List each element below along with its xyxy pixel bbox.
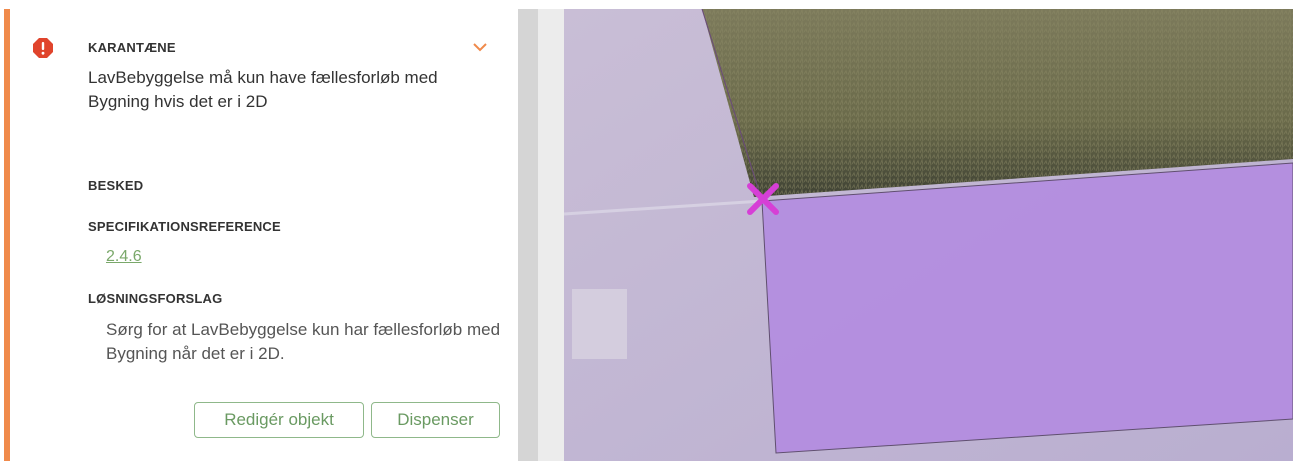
dispense-button[interactable]: Dispenser <box>371 402 500 438</box>
app-frame: KARANTÆNE LavBebyggelse må kun have fæll… <box>0 0 1293 461</box>
map-building-shadow <box>572 289 627 359</box>
map-canvas[interactable] <box>564 9 1293 461</box>
severity-title: KARANTÆNE <box>88 40 176 55</box>
error-octagon-icon <box>33 38 53 58</box>
error-message: LavBebyggelse må kun have fællesforløb m… <box>88 68 438 111</box>
error-accent-bar <box>4 9 10 461</box>
spec-reference-label: SPECIFIKATIONSREFERENCE <box>88 219 281 234</box>
panel-divider-inner <box>538 9 564 461</box>
solution-label: LØSNINGSFORSLAG <box>88 291 223 306</box>
map-polygon[interactable] <box>761 162 1293 454</box>
solution-text: Sørg for at LavBebyggelse kun har fælles… <box>106 320 501 363</box>
spec-reference-link[interactable]: 2.4.6 <box>106 248 142 266</box>
besked-label: BESKED <box>88 178 144 193</box>
edit-object-button[interactable]: Redigér objekt <box>194 402 364 438</box>
map-view[interactable] <box>564 9 1293 461</box>
chevron-down-icon[interactable] <box>470 40 490 54</box>
